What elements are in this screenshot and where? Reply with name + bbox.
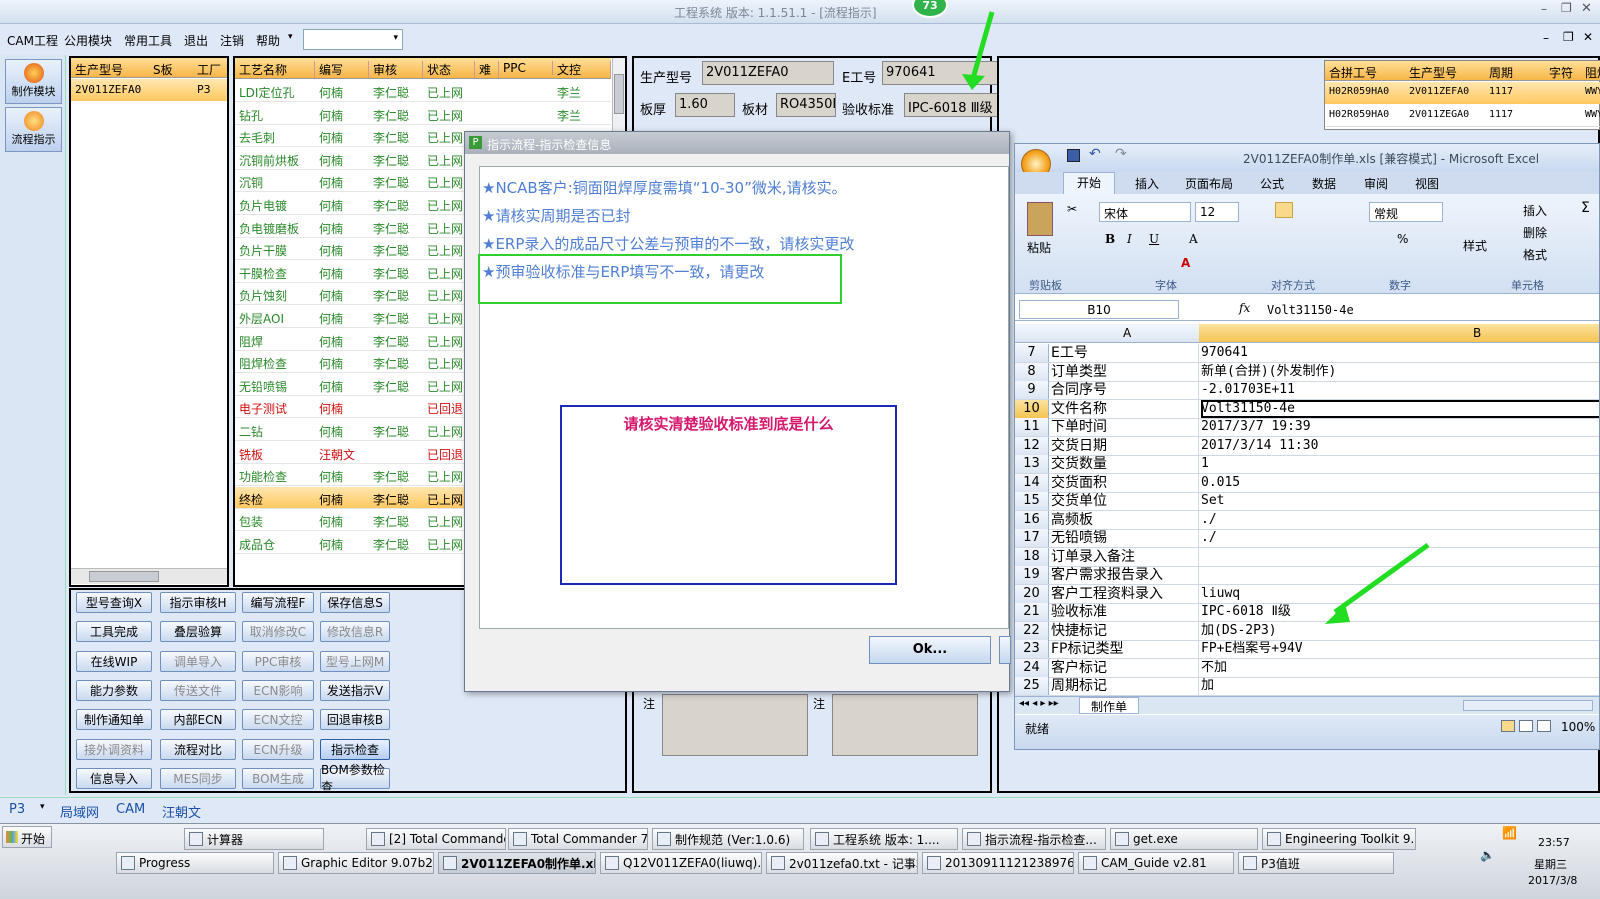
- taskbar-item-icon: [513, 832, 527, 846]
- taskbar-item-icon: [771, 856, 785, 870]
- taskbar-item-label: Graphic Editor 9.07b2 (0...: [301, 856, 433, 870]
- status-network: 局域网: [60, 806, 100, 821]
- status-factory[interactable]: P3: [9, 802, 25, 817]
- taskbar-item-label: 2v011zefa0.txt - 记事本: [789, 856, 918, 871]
- taskbar-item[interactable]: CAM_Guide v2.81: [1078, 852, 1234, 874]
- arrow-top-head: [962, 74, 985, 90]
- taskbar-item[interactable]: Q12V011ZEFA0(liuwq).xl...: [600, 852, 762, 874]
- taskbar-item[interactable]: Engineering Toolkit 9....: [1262, 828, 1416, 850]
- green-arrows: [962, 11, 1430, 624]
- taskbar-item-icon: [283, 856, 297, 870]
- taskbar-item[interactable]: 2V011ZEFA0制作单.xl...: [438, 852, 596, 874]
- taskbar-item-icon: [1267, 832, 1281, 846]
- volume-icon[interactable]: 🔈: [1480, 848, 1495, 862]
- arrow-top-line: [969, 11, 995, 83]
- taskbar-item-icon: [605, 856, 619, 870]
- taskbar-item-label: CAM_Guide v2.81: [1101, 856, 1207, 870]
- windows-icon: [6, 831, 18, 843]
- taskbar-item-label: Engineering Toolkit 9....: [1285, 832, 1416, 846]
- taskbar-item-icon: [657, 832, 671, 846]
- tray-clock-time[interactable]: 23:57: [1538, 836, 1570, 849]
- taskbar-item-label: 2V011ZEFA0制作单.xl...: [461, 856, 595, 871]
- taskbar-item-label: 工程系统 版本: 1....: [833, 832, 940, 847]
- taskbar-item-icon: [815, 832, 829, 846]
- taskbar-item-label: 计算器: [207, 832, 244, 847]
- arrow-bottom-head: [1325, 604, 1350, 624]
- taskbar-item[interactable]: [2] Total Commander ...: [366, 828, 506, 850]
- taskbar-item[interactable]: get.exe: [1110, 828, 1258, 850]
- taskbar-item[interactable]: Graphic Editor 9.07b2 (0...: [278, 852, 434, 874]
- start-button[interactable]: 开始: [2, 826, 52, 848]
- taskbar-item-icon: [1083, 856, 1097, 870]
- taskbar-item[interactable]: 制作规范 (Ver:1.0.6): [652, 828, 804, 850]
- taskbar-item[interactable]: 工程系统 版本: 1....: [810, 828, 958, 850]
- taskbar-item[interactable]: Total Commander 7.0 ...: [508, 828, 648, 850]
- arrow-bottom-line: [1333, 542, 1430, 615]
- taskbar-item-label: 指示流程-指示检查...: [985, 832, 1097, 847]
- taskbar-item-label: P3值班: [1261, 856, 1300, 871]
- status-cam: CAM: [116, 802, 146, 817]
- taskbar-item-icon: [1243, 856, 1257, 870]
- taskbar-item[interactable]: Progress: [116, 852, 274, 874]
- taskbar-item-icon: [967, 832, 981, 846]
- taskbar-item-label: 20130911121238976.rtf...: [945, 856, 1073, 870]
- status-factory-dropdown[interactable]: ▾: [40, 802, 45, 812]
- taskbar-item-icon: [443, 856, 457, 870]
- taskbar-item-icon: [927, 856, 941, 870]
- app-status-bar: P3 ▾ 局域网 CAM 汪朝文: [0, 797, 1600, 821]
- taskbar-item-icon: [371, 832, 385, 846]
- taskbar-item-icon: [189, 832, 203, 846]
- taskbar-item-label: 制作规范 (Ver:1.0.6): [675, 832, 791, 847]
- tray: 23:57 星期三 2017/3/8 🔈 📶: [1458, 826, 1600, 896]
- taskbar-item-icon: [1115, 832, 1129, 846]
- taskbar-item[interactable]: 计算器: [184, 828, 324, 850]
- status-user: 汪朝文: [162, 806, 202, 821]
- taskbar-item-label: Q12V011ZEFA0(liuwq).xl...: [623, 856, 762, 870]
- tray-clock-date: 2017/3/8: [1528, 874, 1578, 887]
- taskbar-item-label: get.exe: [1133, 832, 1178, 846]
- taskbar-item[interactable]: 2v011zefa0.txt - 记事本: [766, 852, 918, 874]
- taskbar-item[interactable]: 20130911121238976.rtf...: [922, 852, 1074, 874]
- taskbar-item-label: Total Commander 7.0 ...: [531, 832, 648, 846]
- taskbar-item[interactable]: 指示流程-指示检查...: [962, 828, 1106, 850]
- taskbar-item-icon: [121, 856, 135, 870]
- tray-clock-weekday: 星期三: [1534, 858, 1567, 871]
- taskbar-item[interactable]: P3值班: [1238, 852, 1394, 874]
- network-icon[interactable]: 📶: [1502, 826, 1517, 840]
- start-label: 开始: [21, 832, 46, 846]
- taskbar-item-label: [2] Total Commander ...: [389, 832, 505, 846]
- taskbar-item-label: Progress: [139, 856, 191, 870]
